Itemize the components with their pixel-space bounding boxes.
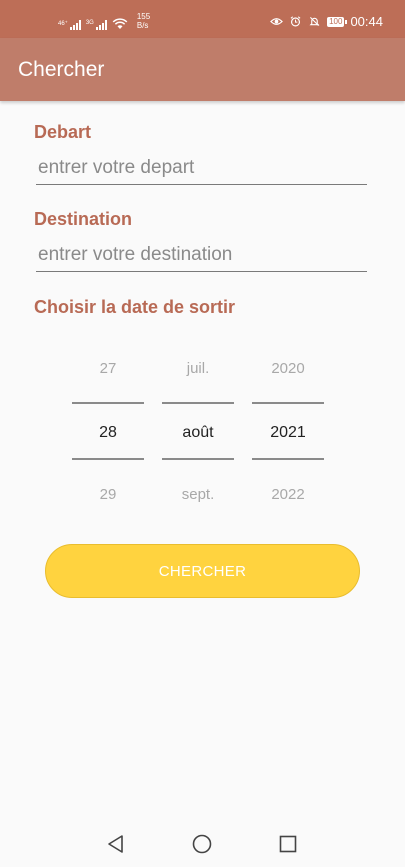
wifi-icon — [112, 18, 128, 29]
month-prev-option[interactable]: juil. — [162, 360, 234, 377]
network-type-label-2: 3G — [85, 20, 94, 26]
year-prev-option[interactable]: 2020 — [252, 360, 324, 377]
month-picker[interactable]: juil. août sept. — [162, 355, 234, 515]
network-type-label: 46⁺ — [58, 21, 68, 27]
day-divider-bottom — [72, 458, 144, 460]
recents-square-icon[interactable] — [277, 833, 299, 855]
date-label: Choisir la date de sortir — [34, 297, 236, 317]
status-bar: 46⁺ 3G 155 B/s 100 00:44 — [0, 0, 405, 38]
network-speed: 155 B/s — [137, 12, 150, 30]
speed-unit: B/s — [136, 21, 149, 30]
month-next-option[interactable]: sept. — [162, 486, 234, 503]
depart-input[interactable] — [36, 151, 367, 185]
year-selected[interactable]: 2021 — [252, 424, 324, 442]
speed-value: 155 — [136, 12, 151, 21]
alarm-icon — [290, 16, 301, 27]
signal-strength-icon-2: 3G — [86, 20, 107, 30]
year-divider-top — [252, 402, 324, 404]
month-selected[interactable]: août — [162, 424, 234, 442]
status-time: 00:44 — [350, 14, 383, 29]
day-prev-option[interactable]: 27 — [72, 360, 144, 377]
app-bar: Chercher — [0, 38, 405, 101]
back-triangle-icon[interactable] — [105, 833, 127, 855]
month-divider-top — [162, 402, 234, 404]
depart-field-wrapper — [36, 151, 367, 187]
day-selected[interactable]: 28 — [72, 424, 144, 442]
eye-icon — [270, 18, 284, 25]
depart-label: Debart — [34, 122, 92, 142]
mute-bell-icon — [309, 16, 320, 27]
signal-strength-icon: 46⁺ — [58, 20, 81, 30]
year-divider-bottom — [252, 458, 324, 460]
system-nav-bar — [0, 822, 405, 867]
day-divider-top — [72, 402, 144, 404]
destination-field-wrapper — [36, 238, 367, 274]
day-picker[interactable]: 27 28 29 — [72, 355, 144, 515]
destination-input[interactable] — [36, 238, 367, 272]
status-right: 100 00:44 — [270, 14, 383, 29]
status-left: 46⁺ 3G 155 B/s — [58, 12, 150, 30]
day-next-option[interactable]: 29 — [72, 486, 144, 503]
destination-label: Destination — [34, 209, 133, 229]
search-button[interactable]: CHERCHER — [45, 544, 360, 598]
month-divider-bottom — [162, 458, 234, 460]
page-title: Chercher — [18, 58, 105, 81]
battery-icon: 100 — [327, 16, 348, 27]
year-picker[interactable]: 2020 2021 2022 — [252, 355, 324, 515]
home-circle-icon[interactable] — [191, 833, 213, 855]
year-next-option[interactable]: 2022 — [252, 486, 324, 503]
